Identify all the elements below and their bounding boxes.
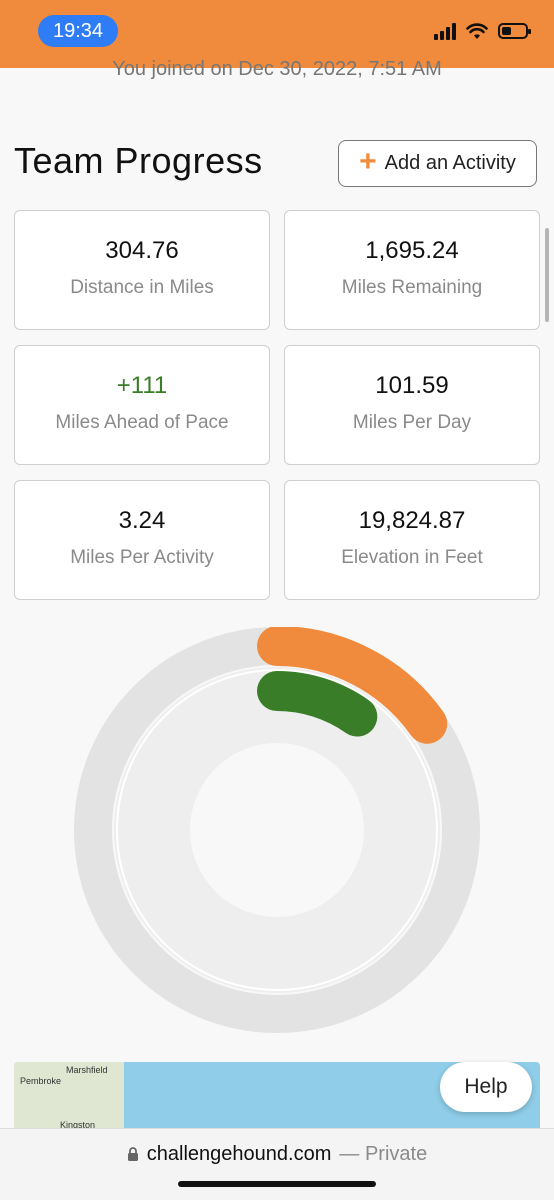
stat-value: 19,824.87 (358, 507, 466, 534)
stat-label: Miles Ahead of Pace (55, 412, 229, 433)
stat-label: Miles Remaining (341, 277, 483, 298)
stat-card-per-day: 101.59 Miles Per Day (284, 345, 540, 465)
plus-icon: + (359, 145, 377, 178)
stat-label: Distance in Miles (70, 277, 214, 298)
battery-icon (498, 23, 531, 39)
inner-ring-track (114, 667, 440, 993)
stat-label: Miles Per Day (352, 412, 472, 433)
stat-value: 101.59 (375, 372, 449, 399)
status-icons (434, 22, 531, 40)
private-mode-label: — Private (339, 1143, 428, 1165)
stat-value: 304.76 (105, 237, 179, 264)
help-button[interactable]: Help (440, 1062, 532, 1112)
joined-date: You joined on Dec 30, 2022, 7:51 AM (112, 58, 442, 80)
stat-card-elevation: 19,824.87 Elevation in Feet (284, 480, 540, 600)
stat-card-distance: 304.76 Distance in Miles (14, 210, 270, 330)
browser-url-bar[interactable]: challengehound.com — Private (0, 1128, 554, 1200)
wifi-icon (466, 22, 488, 39)
url-domain: challengehound.com (146, 1143, 332, 1165)
stat-label: Elevation in Feet (341, 547, 483, 568)
add-activity-button[interactable]: + Add an Activity (338, 140, 537, 187)
stat-value: 3.24 (118, 507, 166, 534)
scrollbar[interactable] (545, 228, 549, 322)
home-indicator (178, 1181, 376, 1187)
progress-ring (74, 627, 480, 1033)
cellular-signal-icon (434, 22, 456, 40)
page-title: Team Progress (14, 140, 263, 181)
add-activity-label: Add an Activity (384, 152, 516, 174)
map-label: Pembroke (20, 1076, 62, 1086)
map-label: Marshfield (66, 1065, 108, 1075)
stat-card-ahead-of-pace: +111 Miles Ahead of Pace (14, 345, 270, 465)
stat-label: Miles Per Activity (70, 547, 214, 568)
stat-value: 1,695.24 (365, 237, 459, 264)
status-time: 19:34 (38, 15, 118, 47)
lock-icon (127, 1147, 138, 1161)
stat-value: +111 (116, 372, 168, 399)
stat-card-per-activity: 3.24 Miles Per Activity (14, 480, 270, 600)
stat-card-remaining: 1,695.24 Miles Remaining (284, 210, 540, 330)
